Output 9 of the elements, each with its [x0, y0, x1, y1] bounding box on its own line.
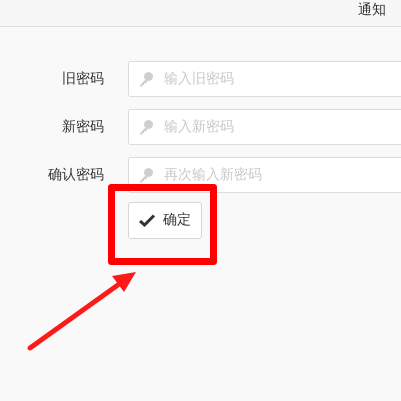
- key-icon: [138, 119, 154, 135]
- field-label: 新密码: [61, 118, 104, 136]
- key-icon: [138, 71, 154, 87]
- key-icon: [138, 167, 154, 183]
- field-label: 确认密码: [47, 166, 104, 184]
- field-label: 旧密码: [61, 70, 104, 88]
- checkmark-icon: [139, 214, 155, 227]
- notifications-link[interactable]: 通知: [358, 0, 386, 19]
- confirm-button[interactable]: 确定: [128, 202, 202, 239]
